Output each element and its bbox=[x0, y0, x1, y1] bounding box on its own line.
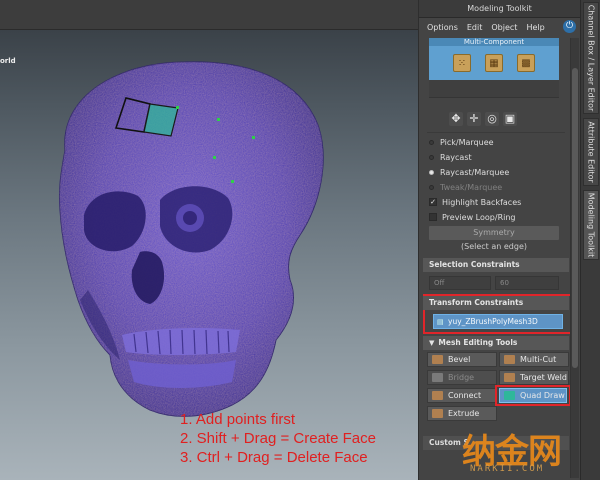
transform-constraint-mesh-field[interactable]: ▤ yuy_ZBrushPolyMesh3D bbox=[433, 314, 563, 329]
extrude-icon bbox=[432, 409, 443, 418]
site-watermark: 纳金网 NARKII.COM bbox=[456, 424, 600, 480]
scale-tool-icon[interactable]: ▣ bbox=[503, 112, 517, 126]
connect-button[interactable]: Connect bbox=[427, 388, 497, 403]
vertex-mode-icon[interactable]: ⁙ bbox=[453, 54, 471, 72]
multi-cut-icon bbox=[504, 355, 515, 364]
menu-options[interactable]: Options bbox=[427, 23, 458, 32]
skull-mesh[interactable] bbox=[0, 0, 418, 480]
bridge-button[interactable]: Bridge bbox=[427, 370, 497, 385]
preview-loop-ring-checkbox[interactable]: Preview Loop/Ring bbox=[429, 210, 516, 224]
radio-tweak-marquee[interactable]: Tweak/Marquee bbox=[429, 180, 502, 194]
target-weld-icon bbox=[504, 373, 515, 382]
tab-channel-box-layer-editor[interactable]: Channel Box / Layer Editor bbox=[583, 2, 599, 114]
bevel-button[interactable]: Bevel bbox=[427, 352, 497, 367]
connect-icon bbox=[432, 391, 443, 400]
quad-draw-button[interactable]: Quad Draw bbox=[499, 388, 567, 403]
instruction-line-2: 2. Shift + Drag = Create Face bbox=[180, 430, 376, 447]
modeling-toolkit-panel: Modeling Toolkit Options Edit Object Hel… bbox=[418, 0, 580, 480]
watermark-url: NARKII.COM bbox=[470, 464, 545, 474]
selection-constraints-row: Off 60 bbox=[429, 276, 559, 290]
highlight-backfaces-checkbox[interactable]: ✓ Highlight Backfaces bbox=[429, 195, 521, 209]
collapse-arrow-icon: ▼ bbox=[429, 339, 435, 347]
scrollbar-thumb[interactable] bbox=[572, 68, 578, 368]
instruction-line-3: 3. Ctrl + Drag = Delete Face bbox=[180, 449, 368, 466]
edge-mode-icon[interactable]: ▦ bbox=[485, 54, 503, 72]
select-edge-note: (Select an edge) bbox=[461, 242, 527, 251]
divider bbox=[427, 132, 565, 133]
tab-modeling-toolkit[interactable]: Modeling Toolkit bbox=[583, 190, 599, 260]
lock-icon: ▤ bbox=[437, 318, 444, 326]
target-weld-button[interactable]: Target Weld bbox=[499, 370, 569, 385]
quad-draw-icon bbox=[504, 391, 515, 400]
translate-tool-icon[interactable]: ✛ bbox=[467, 112, 481, 126]
tab-attribute-editor[interactable]: Attribute Editor bbox=[583, 118, 599, 186]
multi-cut-button[interactable]: Multi-Cut bbox=[499, 352, 569, 367]
mesh-editing-tools-header[interactable]: ▼ Mesh Editing Tools bbox=[423, 336, 569, 350]
component-mode-spacer bbox=[429, 80, 559, 98]
symmetry-button[interactable]: Symmetry bbox=[429, 226, 559, 240]
component-mode-group: ⁙ ▦ ▩ bbox=[429, 46, 559, 80]
instruction-line-1: 1. Add points first bbox=[180, 411, 296, 428]
panel-title: Modeling Toolkit bbox=[419, 0, 580, 18]
bridge-icon bbox=[432, 373, 443, 382]
tool-icon-row: ✥ ✛ ◎ ▣ bbox=[449, 112, 517, 126]
radio-raycast[interactable]: Raycast bbox=[429, 150, 472, 164]
panel-scrollbar[interactable] bbox=[570, 38, 579, 478]
multi-component-label: Multi-Component bbox=[429, 38, 559, 46]
panel-menubar: Options Edit Object Help ⏻ bbox=[419, 18, 580, 36]
instructions: 1. Add points first 2. Shift + Drag = Cr… bbox=[180, 410, 376, 467]
radio-raycast-marquee[interactable]: Raycast/Marquee bbox=[429, 165, 509, 179]
transform-constraints-header[interactable]: Transform Constraints bbox=[423, 296, 569, 310]
power-icon[interactable]: ⏻ bbox=[563, 20, 576, 33]
selection-constraint-dropdown[interactable]: Off bbox=[429, 276, 491, 290]
viewport[interactable]: orld 1. Add points first 2. Shift + Drag… bbox=[0, 0, 418, 480]
selection-constraints-header[interactable]: Selection Constraints bbox=[423, 258, 569, 272]
selection-constraint-angle[interactable]: 60 bbox=[495, 276, 559, 290]
radio-pick-marquee[interactable]: Pick/Marquee bbox=[429, 135, 494, 149]
menu-edit[interactable]: Edit bbox=[467, 23, 483, 32]
menu-object[interactable]: Object bbox=[491, 23, 517, 32]
face-mode-icon[interactable]: ▩ bbox=[517, 54, 535, 72]
side-tabs: Channel Box / Layer Editor Attribute Edi… bbox=[580, 0, 600, 480]
extrude-button[interactable]: Extrude bbox=[427, 406, 497, 421]
move-tool-icon[interactable]: ✥ bbox=[449, 112, 463, 126]
bevel-icon bbox=[432, 355, 443, 364]
rotate-tool-icon[interactable]: ◎ bbox=[485, 112, 499, 126]
menu-help[interactable]: Help bbox=[526, 23, 544, 32]
